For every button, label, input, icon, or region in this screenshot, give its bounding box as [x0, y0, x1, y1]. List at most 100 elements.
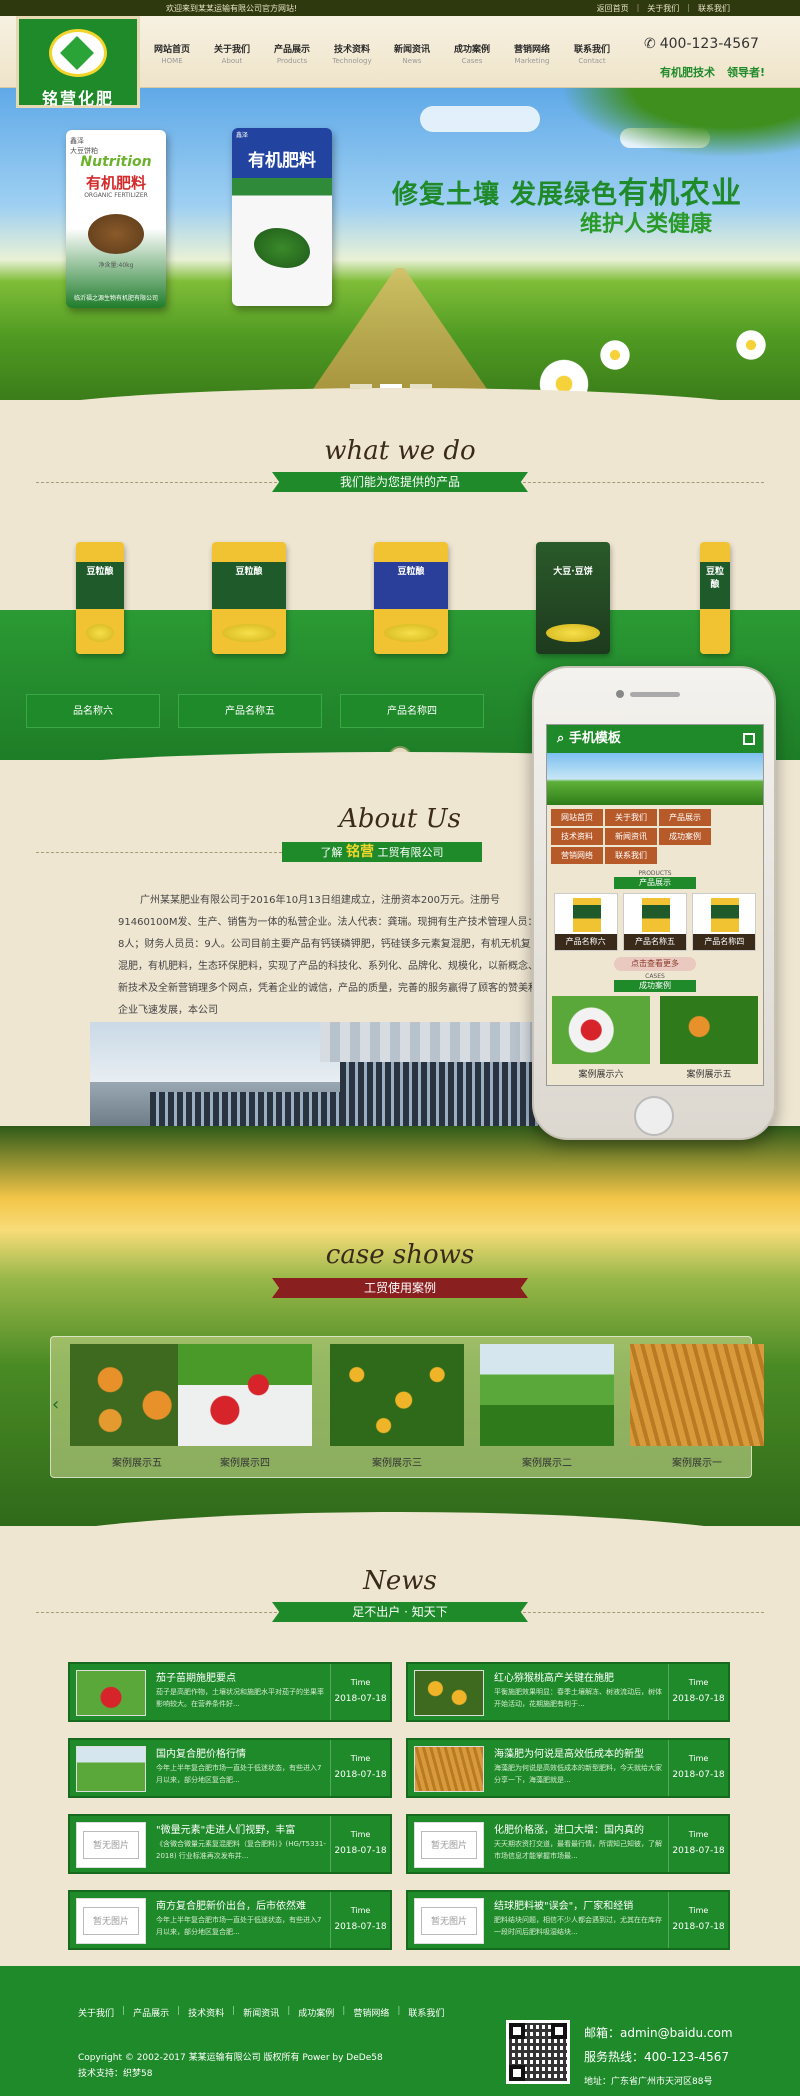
nav-sublabel: Cases [461, 57, 483, 65]
qr-corner [509, 2023, 525, 2039]
divider-line [36, 482, 282, 483]
top-link-about[interactable]: 关于我们 [647, 3, 679, 14]
news-time: Time 2018-07-18 [330, 1892, 390, 1948]
news-title: 海藻肥为何说是高效低成本的新型 [494, 1749, 644, 1760]
mobile-nav-item[interactable]: 联系我们 [605, 847, 657, 864]
flower-image [734, 328, 768, 362]
product-caption[interactable]: 品名称六 [26, 694, 160, 728]
divider-line [36, 852, 282, 853]
phone-screen: ⌕ 手机模板 网站首页 关于我们 产品展示 技术资料 新闻资讯 成功案例 营销网… [546, 724, 764, 1086]
search-icon[interactable]: ⌕ [557, 731, 569, 746]
nav-item-technology[interactable]: 技术资料 Technology [328, 42, 376, 65]
nav-item-cases[interactable]: 成功案例 Cases [448, 42, 496, 65]
nav-item-news[interactable]: 新闻资讯 News [388, 42, 436, 65]
bag-brand: Nutrition [80, 154, 152, 170]
top-bar: 欢迎来到某某运输有限公司官方网站! 返回首页 | 关于我们 | 联系我们 [0, 0, 800, 16]
mobile-nav-item[interactable]: 技术资料 [551, 828, 603, 845]
mobile-section-ribbon: 成功案例 [614, 980, 696, 992]
news-excerpt: 海藻肥为何说是高效低成本的新型肥料，今天就给大家分享一下，海藻肥就是... [494, 1764, 662, 1784]
news-item[interactable]: 暂无图片 "微量元素"走进人们视野，丰富 《含微合微量元素复混肥料（复合肥料）》… [68, 1814, 392, 1874]
case-card[interactable]: 案例展示一 [630, 1344, 764, 1469]
case-caption: 案例展示一 [672, 1458, 722, 1469]
mobile-header: ⌕ 手机模板 [547, 725, 763, 753]
footer-link-contact[interactable]: 联系我们 [408, 2006, 444, 2019]
nav-item-marketing[interactable]: 营销网络 Marketing [508, 42, 556, 65]
mobile-nav-item[interactable]: 新闻资讯 [605, 828, 657, 845]
news-item[interactable]: 海藻肥为何说是高效低成本的新型 海藻肥为何说是高效低成本的新型肥料，今天就给大家… [406, 1738, 730, 1798]
news-item[interactable]: 茄子苗期施肥要点 茄子是高肥作物，土壤状况和施肥水平对茄子的坐果率影响较大。在营… [68, 1662, 392, 1722]
divider-line [36, 1612, 282, 1613]
case-card[interactable]: 案例展示四 [178, 1344, 312, 1469]
mobile-case-card[interactable]: 案例展示六 [552, 996, 650, 1080]
separator: | [177, 2006, 181, 2016]
footer-address: 地址：广东省广州市天河区88号 [584, 2077, 713, 2087]
case-card[interactable]: 案例展示三 [330, 1344, 464, 1469]
nav-item-contact[interactable]: 联系我们 Contact [568, 42, 616, 65]
mobile-nav-item[interactable]: 成功案例 [659, 828, 711, 845]
time-label: Time [350, 1830, 371, 1839]
mobile-more-button[interactable]: 点击查看更多 [614, 957, 696, 971]
mobile-product-caption: 产品名称四 [693, 934, 756, 950]
footer-links: 关于我们 | 产品展示 | 技术资料 | 新闻资讯 | 成功案例 | 营销网络 | 联系我们 [78, 2006, 444, 2019]
separator: | [636, 3, 640, 12]
mobile-nav-item[interactable]: 关于我们 [605, 809, 657, 826]
product-caption[interactable]: 产品名称四 [340, 694, 484, 728]
nav-sublabel: Marketing [514, 57, 550, 65]
news-item[interactable]: 红心猕猴桃高产关键在施肥 平衡施肥效果明显：春季土壤解冻、树液流动后，树体开始活… [406, 1662, 730, 1722]
menu-grid-icon[interactable] [743, 733, 755, 745]
mobile-product-card[interactable]: 产品名称五 [622, 893, 687, 951]
home-button [634, 1096, 674, 1136]
mobile-case-card[interactable]: 案例展示五 [660, 996, 758, 1080]
site-logo[interactable]: 铭营化肥 [16, 16, 140, 108]
footer-link-cases[interactable]: 成功案例 [298, 2006, 334, 2019]
top-link-home[interactable]: 返回首页 [597, 3, 629, 14]
nav-item-products[interactable]: 产品展示 Products [268, 42, 316, 65]
news-excerpt: 天天期农资打交道，最看最行情，所谓知己知彼，了解市场信息才能掌握市场最... [494, 1840, 662, 1860]
mobile-nav-item[interactable]: 网站首页 [551, 809, 603, 826]
news-script-title: News [363, 1566, 437, 1596]
product-caption[interactable]: 产品名称五 [178, 694, 322, 728]
nav-item-about[interactable]: 关于我们 About [208, 42, 256, 65]
news-item[interactable]: 暂无图片 南方复合肥新价出台，后市依然难 今年上半年复合肥市场一直处于低迷状态，… [68, 1890, 392, 1950]
logo-icon [49, 29, 107, 77]
separator: | [342, 2006, 346, 2016]
slogan-part: 领导者! [727, 66, 766, 79]
no-image-placeholder: 暂无图片 [421, 1831, 477, 1859]
header: 铭营化肥 网站首页 HOME 关于我们 About 产品展示 Products 技术资… [0, 16, 800, 108]
lemon-tree-image [330, 1344, 464, 1446]
nav-item-home[interactable]: 网站首页 HOME [148, 42, 196, 65]
time-label: Time [688, 1830, 709, 1839]
footer-link-products[interactable]: 产品展示 [133, 2006, 169, 2019]
time-label: Time [688, 1754, 709, 1763]
hero-banner: 鑫泽 大豆饼粕 Nutrition 有机肥料 ORGANIC FERTILIZE… [0, 88, 800, 400]
pack-label: 豆粒酿 [86, 567, 114, 577]
news-thumbnail [414, 1670, 484, 1716]
mobile-nav-item[interactable]: 营销网络 [551, 847, 603, 864]
mobile-product-card[interactable]: 产品名称六 [553, 893, 618, 951]
nav-sublabel: HOME [161, 57, 183, 65]
news-item[interactable]: 暂无图片 化肥价格涨，进口大增：国内真的 天天期农资打交道，最看最行情，所谓知己… [406, 1814, 730, 1874]
top-link-contact[interactable]: 联系我们 [698, 3, 730, 14]
nav-label: 成功案例 [453, 45, 490, 55]
nav-label: 联系我们 [573, 45, 610, 55]
mobile-product-card[interactable]: 产品名称四 [692, 893, 757, 951]
fruit-graphic [222, 624, 276, 642]
footer-link-technology[interactable]: 技术资料 [188, 2006, 224, 2019]
mobile-banner [547, 753, 763, 805]
mobile-nav-item[interactable]: 产品展示 [659, 809, 711, 826]
footer-link-about[interactable]: 关于我们 [78, 2006, 114, 2019]
bag-company: 临沂福之源生物有机肥有限公司 [73, 295, 158, 302]
qr-code-icon [506, 2020, 570, 2084]
news-date: 2018-07-18 [334, 1922, 387, 1932]
chevron-left-icon[interactable]: ‹ [52, 1394, 59, 1415]
footer-link-marketing[interactable]: 营销网络 [353, 2006, 389, 2019]
footer-hotline: 服务热线：400-123-4567 [584, 2050, 730, 2064]
footer-link-news[interactable]: 新闻资讯 [243, 2006, 279, 2019]
logo-name: 铭营化肥 [41, 89, 114, 108]
news-item[interactable]: 国内复合肥价格行情 今年上半年复合肥市场一直处于低迷状态，有些进入7月以来，部分… [68, 1738, 392, 1798]
product-image: 大豆·豆饼 [536, 542, 610, 654]
welcome-text: 欢迎来到某某运输有限公司官方网站! [166, 4, 298, 13]
cases-script-title: case shows [325, 1240, 475, 1270]
case-card[interactable]: 案例展示二 [480, 1344, 614, 1469]
news-item[interactable]: 暂无图片 结球肥料被"误会"，厂家和经销 肥料结块问题，相信不少人都会遇到过，尤… [406, 1890, 730, 1950]
